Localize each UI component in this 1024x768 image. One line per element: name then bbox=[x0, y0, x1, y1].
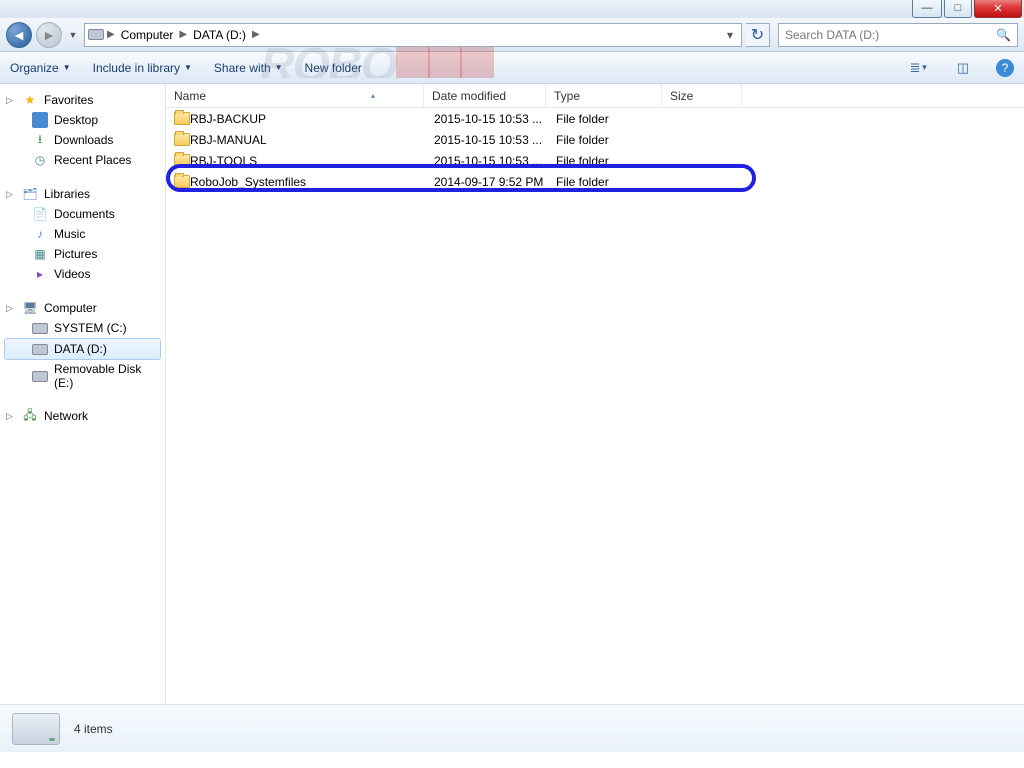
preview-pane-button[interactable]: ◫ bbox=[952, 57, 974, 79]
drive-icon bbox=[12, 713, 60, 745]
view-options-button[interactable]: ≣ ▼ bbox=[908, 57, 930, 79]
sidebar-libraries-header[interactable]: ▷🗂Libraries bbox=[4, 184, 161, 204]
column-header-date[interactable]: Date modified bbox=[424, 84, 546, 107]
folder-icon bbox=[174, 154, 190, 167]
command-bar: Organize ▼ Include in library ▼ Share wi… bbox=[0, 52, 1024, 84]
breadcrumb-computer[interactable]: Computer bbox=[117, 28, 178, 42]
forward-button[interactable]: ► bbox=[36, 22, 62, 48]
status-bar: 4 items bbox=[0, 704, 1024, 752]
organize-menu[interactable]: Organize ▼ bbox=[10, 61, 71, 75]
sidebar-item-documents[interactable]: 📄Documents bbox=[4, 204, 161, 224]
file-list-pane: Name▴ Date modified Type Size RBJ-BACKUP… bbox=[166, 84, 1024, 704]
column-header-size[interactable]: Size bbox=[662, 84, 742, 107]
help-button[interactable]: ? bbox=[996, 59, 1014, 77]
sidebar-item-recent[interactable]: ◷Recent Places bbox=[4, 150, 161, 170]
nav-history-dropdown[interactable]: ▼ bbox=[66, 30, 80, 40]
folder-icon bbox=[174, 112, 190, 125]
breadcrumb-drive[interactable]: DATA (D:) bbox=[189, 28, 250, 42]
file-row[interactable]: RBJ-TOOLS2015-10-15 10:53 ...File folder bbox=[166, 150, 1024, 171]
sidebar-item-desktop[interactable]: Desktop bbox=[4, 110, 161, 130]
close-button[interactable]: ✕ bbox=[974, 0, 1022, 18]
window-titlebar: — □ ✕ bbox=[0, 0, 1024, 18]
folder-icon bbox=[174, 133, 190, 146]
include-library-menu[interactable]: Include in library ▼ bbox=[93, 61, 192, 75]
chevron-right-icon[interactable]: ▶ bbox=[177, 29, 189, 40]
sidebar-item-videos[interactable]: ▸Videos bbox=[4, 264, 161, 284]
chevron-right-icon[interactable]: ▶ bbox=[250, 29, 262, 40]
sidebar-item-music[interactable]: ♪Music bbox=[4, 224, 161, 244]
nav-bar: ROBO███ ◄ ► ▼ ▶ Computer ▶ DATA (D:) ▶ ▾… bbox=[0, 18, 1024, 52]
column-headers: Name▴ Date modified Type Size bbox=[166, 84, 1024, 108]
column-header-name[interactable]: Name▴ bbox=[166, 84, 424, 107]
sidebar-favorites-header[interactable]: ▷★Favorites bbox=[4, 90, 161, 110]
search-placeholder: Search DATA (D:) bbox=[785, 28, 879, 42]
search-icon: 🔍 bbox=[996, 28, 1011, 42]
folder-icon bbox=[174, 175, 190, 188]
share-with-menu[interactable]: Share with ▼ bbox=[214, 61, 283, 75]
drive-icon bbox=[87, 26, 105, 44]
address-bar[interactable]: ▶ Computer ▶ DATA (D:) ▶ ▾ bbox=[84, 23, 742, 47]
sidebar-computer-header[interactable]: ▷🖥Computer bbox=[4, 298, 161, 318]
address-dropdown[interactable]: ▾ bbox=[721, 28, 739, 42]
column-header-type[interactable]: Type bbox=[546, 84, 662, 107]
sidebar-item-removable-e[interactable]: Removable Disk (E:) bbox=[4, 360, 161, 392]
sidebar-network-header[interactable]: ▷🖧Network bbox=[4, 406, 161, 426]
maximize-button[interactable]: □ bbox=[944, 0, 972, 18]
navigation-pane: ▷★Favorites Desktop ⭳Downloads ◷Recent P… bbox=[0, 84, 166, 704]
file-row[interactable]: RoboJob_Systemfiles2014-09-17 9:52 PMFil… bbox=[166, 171, 1024, 192]
sidebar-item-system-c[interactable]: SYSTEM (C:) bbox=[4, 318, 161, 338]
chevron-right-icon[interactable]: ▶ bbox=[105, 29, 117, 40]
back-button[interactable]: ◄ bbox=[6, 22, 32, 48]
status-item-count: 4 items bbox=[74, 722, 113, 736]
file-row[interactable]: RBJ-BACKUP2015-10-15 10:53 ...File folde… bbox=[166, 108, 1024, 129]
sidebar-item-data-d[interactable]: DATA (D:) bbox=[4, 338, 161, 360]
file-row[interactable]: RBJ-MANUAL2015-10-15 10:53 ...File folde… bbox=[166, 129, 1024, 150]
minimize-button[interactable]: — bbox=[912, 0, 942, 18]
sidebar-item-downloads[interactable]: ⭳Downloads bbox=[4, 130, 161, 150]
new-folder-button[interactable]: New folder bbox=[305, 61, 362, 75]
sidebar-item-pictures[interactable]: ▦Pictures bbox=[4, 244, 161, 264]
refresh-button[interactable]: ↻ bbox=[746, 23, 770, 47]
search-input[interactable]: Search DATA (D:) 🔍 bbox=[778, 23, 1018, 47]
